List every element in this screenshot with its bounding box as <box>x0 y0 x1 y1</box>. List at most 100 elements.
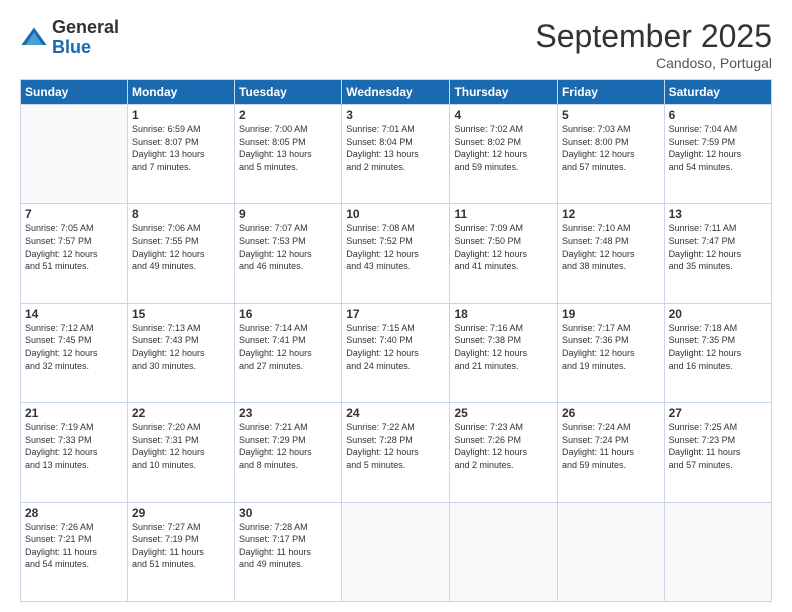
day-info: Sunrise: 7:12 AM Sunset: 7:45 PM Dayligh… <box>25 322 123 372</box>
calendar-cell: 17Sunrise: 7:15 AM Sunset: 7:40 PM Dayli… <box>342 303 450 402</box>
calendar-cell <box>21 105 128 204</box>
day-number: 12 <box>562 207 660 221</box>
day-number: 7 <box>25 207 123 221</box>
day-number: 26 <box>562 406 660 420</box>
day-of-week-header: Sunday <box>21 80 128 105</box>
day-of-week-header: Monday <box>127 80 234 105</box>
calendar-cell: 2Sunrise: 7:00 AM Sunset: 8:05 PM Daylig… <box>235 105 342 204</box>
day-number: 23 <box>239 406 337 420</box>
location-subtitle: Candoso, Portugal <box>535 55 772 71</box>
day-of-week-header: Thursday <box>450 80 558 105</box>
day-of-week-header: Wednesday <box>342 80 450 105</box>
day-info: Sunrise: 7:13 AM Sunset: 7:43 PM Dayligh… <box>132 322 230 372</box>
day-info: Sunrise: 7:24 AM Sunset: 7:24 PM Dayligh… <box>562 421 660 471</box>
day-info: Sunrise: 7:05 AM Sunset: 7:57 PM Dayligh… <box>25 222 123 272</box>
logo: General Blue <box>20 18 119 58</box>
calendar-cell: 8Sunrise: 7:06 AM Sunset: 7:55 PM Daylig… <box>127 204 234 303</box>
day-info: Sunrise: 7:15 AM Sunset: 7:40 PM Dayligh… <box>346 322 445 372</box>
calendar-cell: 18Sunrise: 7:16 AM Sunset: 7:38 PM Dayli… <box>450 303 558 402</box>
calendar-cell: 15Sunrise: 7:13 AM Sunset: 7:43 PM Dayli… <box>127 303 234 402</box>
day-number: 30 <box>239 506 337 520</box>
calendar-cell: 21Sunrise: 7:19 AM Sunset: 7:33 PM Dayli… <box>21 403 128 502</box>
calendar-week-row: 21Sunrise: 7:19 AM Sunset: 7:33 PM Dayli… <box>21 403 772 502</box>
calendar-cell: 5Sunrise: 7:03 AM Sunset: 8:00 PM Daylig… <box>557 105 664 204</box>
day-number: 5 <box>562 108 660 122</box>
day-number: 27 <box>669 406 767 420</box>
calendar-cell: 4Sunrise: 7:02 AM Sunset: 8:02 PM Daylig… <box>450 105 558 204</box>
day-number: 10 <box>346 207 445 221</box>
calendar-cell: 16Sunrise: 7:14 AM Sunset: 7:41 PM Dayli… <box>235 303 342 402</box>
day-number: 21 <box>25 406 123 420</box>
day-number: 2 <box>239 108 337 122</box>
calendar-cell <box>342 502 450 601</box>
calendar-cell: 28Sunrise: 7:26 AM Sunset: 7:21 PM Dayli… <box>21 502 128 601</box>
calendar-cell: 11Sunrise: 7:09 AM Sunset: 7:50 PM Dayli… <box>450 204 558 303</box>
day-number: 1 <box>132 108 230 122</box>
day-info: Sunrise: 7:00 AM Sunset: 8:05 PM Dayligh… <box>239 123 337 173</box>
day-info: Sunrise: 7:17 AM Sunset: 7:36 PM Dayligh… <box>562 322 660 372</box>
day-number: 20 <box>669 307 767 321</box>
calendar-week-row: 14Sunrise: 7:12 AM Sunset: 7:45 PM Dayli… <box>21 303 772 402</box>
calendar-cell: 24Sunrise: 7:22 AM Sunset: 7:28 PM Dayli… <box>342 403 450 502</box>
day-info: Sunrise: 7:07 AM Sunset: 7:53 PM Dayligh… <box>239 222 337 272</box>
calendar-week-row: 1Sunrise: 6:59 AM Sunset: 8:07 PM Daylig… <box>21 105 772 204</box>
page: General Blue September 2025 Candoso, Por… <box>0 0 792 612</box>
calendar-cell: 10Sunrise: 7:08 AM Sunset: 7:52 PM Dayli… <box>342 204 450 303</box>
calendar-week-row: 7Sunrise: 7:05 AM Sunset: 7:57 PM Daylig… <box>21 204 772 303</box>
day-number: 8 <box>132 207 230 221</box>
day-number: 22 <box>132 406 230 420</box>
calendar-cell: 29Sunrise: 7:27 AM Sunset: 7:19 PM Dayli… <box>127 502 234 601</box>
day-info: Sunrise: 7:28 AM Sunset: 7:17 PM Dayligh… <box>239 521 337 571</box>
day-number: 24 <box>346 406 445 420</box>
day-number: 9 <box>239 207 337 221</box>
day-info: Sunrise: 7:02 AM Sunset: 8:02 PM Dayligh… <box>454 123 553 173</box>
day-info: Sunrise: 7:03 AM Sunset: 8:00 PM Dayligh… <box>562 123 660 173</box>
day-info: Sunrise: 7:27 AM Sunset: 7:19 PM Dayligh… <box>132 521 230 571</box>
day-info: Sunrise: 7:10 AM Sunset: 7:48 PM Dayligh… <box>562 222 660 272</box>
calendar-cell: 1Sunrise: 6:59 AM Sunset: 8:07 PM Daylig… <box>127 105 234 204</box>
day-number: 13 <box>669 207 767 221</box>
calendar-cell: 22Sunrise: 7:20 AM Sunset: 7:31 PM Dayli… <box>127 403 234 502</box>
day-info: Sunrise: 7:01 AM Sunset: 8:04 PM Dayligh… <box>346 123 445 173</box>
calendar-cell: 23Sunrise: 7:21 AM Sunset: 7:29 PM Dayli… <box>235 403 342 502</box>
calendar-cell: 6Sunrise: 7:04 AM Sunset: 7:59 PM Daylig… <box>664 105 771 204</box>
day-number: 14 <box>25 307 123 321</box>
calendar-cell: 3Sunrise: 7:01 AM Sunset: 8:04 PM Daylig… <box>342 105 450 204</box>
day-info: Sunrise: 6:59 AM Sunset: 8:07 PM Dayligh… <box>132 123 230 173</box>
calendar-cell <box>664 502 771 601</box>
day-info: Sunrise: 7:23 AM Sunset: 7:26 PM Dayligh… <box>454 421 553 471</box>
calendar-cell: 7Sunrise: 7:05 AM Sunset: 7:57 PM Daylig… <box>21 204 128 303</box>
title-block: September 2025 Candoso, Portugal <box>535 18 772 71</box>
calendar-cell: 27Sunrise: 7:25 AM Sunset: 7:23 PM Dayli… <box>664 403 771 502</box>
day-number: 3 <box>346 108 445 122</box>
calendar-table: SundayMondayTuesdayWednesdayThursdayFrid… <box>20 79 772 602</box>
day-of-week-header: Friday <box>557 80 664 105</box>
day-number: 6 <box>669 108 767 122</box>
day-number: 18 <box>454 307 553 321</box>
calendar-week-row: 28Sunrise: 7:26 AM Sunset: 7:21 PM Dayli… <box>21 502 772 601</box>
day-info: Sunrise: 7:04 AM Sunset: 7:59 PM Dayligh… <box>669 123 767 173</box>
calendar-cell: 26Sunrise: 7:24 AM Sunset: 7:24 PM Dayli… <box>557 403 664 502</box>
day-number: 19 <box>562 307 660 321</box>
day-number: 28 <box>25 506 123 520</box>
day-number: 17 <box>346 307 445 321</box>
day-number: 15 <box>132 307 230 321</box>
day-info: Sunrise: 7:08 AM Sunset: 7:52 PM Dayligh… <box>346 222 445 272</box>
calendar-header-row: SundayMondayTuesdayWednesdayThursdayFrid… <box>21 80 772 105</box>
calendar-cell: 9Sunrise: 7:07 AM Sunset: 7:53 PM Daylig… <box>235 204 342 303</box>
day-info: Sunrise: 7:06 AM Sunset: 7:55 PM Dayligh… <box>132 222 230 272</box>
logo-text: General Blue <box>52 18 119 58</box>
day-info: Sunrise: 7:20 AM Sunset: 7:31 PM Dayligh… <box>132 421 230 471</box>
day-number: 25 <box>454 406 553 420</box>
day-info: Sunrise: 7:14 AM Sunset: 7:41 PM Dayligh… <box>239 322 337 372</box>
day-number: 11 <box>454 207 553 221</box>
calendar-cell: 30Sunrise: 7:28 AM Sunset: 7:17 PM Dayli… <box>235 502 342 601</box>
day-info: Sunrise: 7:22 AM Sunset: 7:28 PM Dayligh… <box>346 421 445 471</box>
day-info: Sunrise: 7:09 AM Sunset: 7:50 PM Dayligh… <box>454 222 553 272</box>
month-title: September 2025 <box>535 18 772 55</box>
day-info: Sunrise: 7:18 AM Sunset: 7:35 PM Dayligh… <box>669 322 767 372</box>
logo-general: General <box>52 18 119 38</box>
day-number: 4 <box>454 108 553 122</box>
calendar-cell: 19Sunrise: 7:17 AM Sunset: 7:36 PM Dayli… <box>557 303 664 402</box>
day-of-week-header: Tuesday <box>235 80 342 105</box>
